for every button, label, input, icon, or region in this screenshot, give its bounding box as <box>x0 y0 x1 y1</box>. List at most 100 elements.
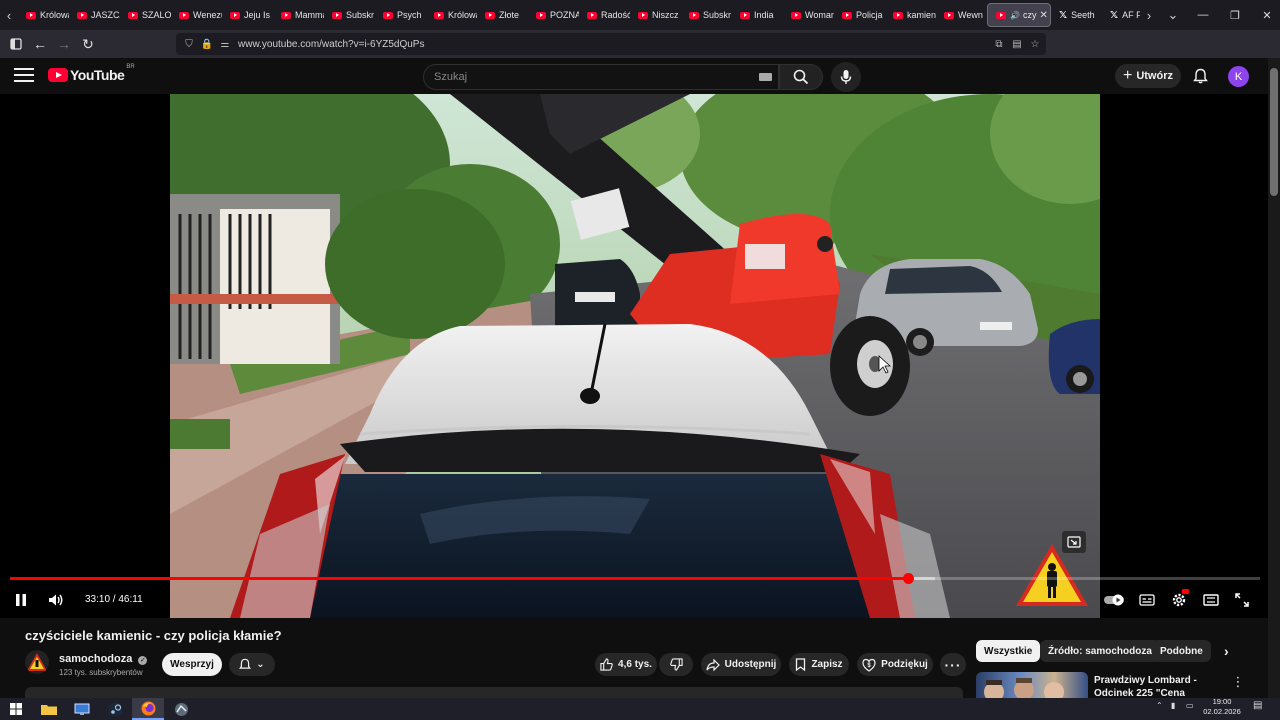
avatar[interactable]: K <box>1228 66 1249 87</box>
list-tabs-icon[interactable]: ⌄ <box>1158 0 1188 30</box>
channel-name-text[interactable]: samochodoza <box>59 653 132 665</box>
tab-item[interactable]: POZNAŃ <box>528 3 579 27</box>
tray-usb-icon[interactable]: ▮ <box>1171 701 1175 710</box>
picture-in-picture-icon[interactable]: ⧉ <box>990 39 1008 50</box>
firefox-icon[interactable] <box>132 698 164 720</box>
shield-icon[interactable]: ⛉ <box>180 39 198 50</box>
permissions-icon[interactable]: ⚌ <box>216 39 234 50</box>
tab-item[interactable]: Subskr <box>324 3 375 27</box>
tab-x-1[interactable]: 𝕏 Seeth <box>1051 3 1102 27</box>
recommendation-thumbnail[interactable] <box>976 672 1088 698</box>
back-icon[interactable]: ← <box>28 32 52 56</box>
autoplay-toggle-icon <box>1104 594 1124 606</box>
hamburger-menu-icon[interactable] <box>14 68 34 84</box>
minimize-icon[interactable]: — <box>1186 0 1220 30</box>
youtube-logo[interactable]: YouTube BR <box>48 64 135 83</box>
tab-item[interactable]: Jeju Is <box>222 3 273 27</box>
progress-bar[interactable] <box>10 573 1260 584</box>
chip-related[interactable]: Podobne <box>1152 640 1211 662</box>
clock-date: 02.02.2026 <box>1203 707 1241 716</box>
hd-badge-icon <box>1182 589 1189 594</box>
monitor-app-icon[interactable] <box>66 698 98 720</box>
tab-item[interactable]: India <box>732 3 783 27</box>
sidebar-toggle-icon[interactable] <box>4 32 28 56</box>
autoplay-toggle[interactable] <box>1102 588 1126 612</box>
tab-item[interactable]: Radość <box>579 3 630 27</box>
tab-item[interactable]: Wewn <box>936 3 987 27</box>
chips-next-icon[interactable]: › <box>1216 640 1237 662</box>
app-icon[interactable] <box>165 698 197 720</box>
forward-icon[interactable]: → <box>52 32 76 56</box>
more-vertical-icon[interactable]: ⋮ <box>1232 674 1245 690</box>
channel-name[interactable]: samochodoza ✓ <box>59 653 148 665</box>
url-text[interactable]: www.youtube.com/watch?v=i-6YZ5dQuPs <box>238 39 424 50</box>
page-scrollbar[interactable] <box>1268 58 1280 698</box>
dislike-button[interactable] <box>659 653 693 676</box>
voice-search-button[interactable] <box>831 62 861 92</box>
chip-all[interactable]: Wszystkie <box>976 640 1041 662</box>
youtube-icon <box>332 11 342 19</box>
tray-network-icon[interactable]: ▭ <box>1186 701 1194 710</box>
theater-mode-button[interactable] <box>1200 588 1222 612</box>
chip-source[interactable]: Źródło: samochodoza <box>1040 640 1160 662</box>
pause-button[interactable] <box>10 588 32 612</box>
lock-icon[interactable]: 🔒 <box>198 39 216 50</box>
tab-item[interactable]: Niszcz <box>630 3 681 27</box>
close-tab-icon[interactable]: ✕ <box>1039 10 1047 21</box>
subscribe-notifications-button[interactable]: ⌄ <box>229 653 275 676</box>
close-window-icon[interactable]: ✕ <box>1250 0 1280 30</box>
tray-chevron-icon[interactable]: ⌃ <box>1156 701 1163 710</box>
theater-mode-icon <box>1203 594 1219 606</box>
tab-item[interactable]: Wenezuela <box>171 3 222 27</box>
thanks-button[interactable]: $ Podziękuj <box>857 653 933 676</box>
channel-avatar[interactable] <box>25 650 49 674</box>
more-actions-button[interactable]: ··· <box>940 653 966 676</box>
tab-item[interactable]: Królowa <box>426 3 477 27</box>
tab-item[interactable]: Policja <box>834 3 885 27</box>
recommendation-title[interactable]: Prawdziwy Lombard - Odcinek 225 "Cena za… <box>1094 674 1230 698</box>
subtitles-button[interactable] <box>1136 588 1158 612</box>
search-button[interactable] <box>779 64 823 90</box>
speaker-icon[interactable]: 🔊 <box>1010 11 1020 20</box>
tab-item[interactable]: JASZCZ <box>69 3 120 27</box>
reload-icon[interactable]: ↻ <box>76 32 100 56</box>
save-button[interactable]: Zapisz <box>789 653 849 676</box>
tab-item[interactable]: Mamma <box>273 3 324 27</box>
tab-item[interactable]: Woman <box>783 3 834 27</box>
address-bar[interactable]: ⛉ 🔒 ⚌ www.youtube.com/watch?v=i-6YZ5dQuP… <box>176 33 1046 55</box>
tab-item[interactable]: SZALONY <box>120 3 171 27</box>
taskbar-clock[interactable]: 19:00 02.02.2026 <box>1200 697 1244 717</box>
bookmark-star-icon[interactable]: ☆ <box>1026 39 1044 50</box>
notifications-bell-icon[interactable] <box>1190 66 1210 86</box>
support-button[interactable]: Wesprzyj <box>162 653 222 676</box>
scrollbar-thumb[interactable] <box>1270 68 1278 196</box>
tab-active[interactable]: 🔊 czy ✕ <box>987 3 1051 27</box>
video-frame[interactable] <box>170 94 1100 618</box>
tab-item[interactable]: Królowa <box>18 3 69 27</box>
search-input[interactable]: Szukaj <box>423 64 779 90</box>
tab-item[interactable]: kamien <box>885 3 936 27</box>
create-button[interactable]: + Utwórz <box>1115 64 1181 88</box>
file-explorer-icon[interactable] <box>33 698 65 720</box>
subscriber-count: 123 tys. subskrybentów <box>59 668 143 677</box>
like-button[interactable]: 4,6 tys. <box>595 653 657 676</box>
keyboard-icon[interactable] <box>759 73 772 81</box>
tray-notifications-icon[interactable]: ▤ <box>1253 700 1262 711</box>
windows-start-icon[interactable] <box>0 698 32 720</box>
progress-scrubber[interactable] <box>902 573 914 584</box>
tab-item[interactable]: Psych <box>375 3 426 27</box>
tabs-scroll-left-icon[interactable]: ‹ <box>0 0 18 30</box>
description-box[interactable] <box>25 687 963 698</box>
fullscreen-button[interactable] <box>1231 588 1253 612</box>
share-button[interactable]: Udostępnij <box>701 653 781 676</box>
tabs-scroll-right-icon[interactable]: › <box>1140 0 1158 30</box>
volume-button[interactable] <box>44 588 68 612</box>
settings-button[interactable] <box>1168 588 1190 612</box>
tab-item[interactable]: Złote <box>477 3 528 27</box>
video-player[interactable]: 33:10 / 46:11 <box>0 94 1268 618</box>
restore-icon[interactable]: ❐ <box>1218 0 1252 30</box>
tab-x-2[interactable]: 𝕏 AF F <box>1102 3 1140 27</box>
tab-item[interactable]: Subskr <box>681 3 732 27</box>
reader-view-icon[interactable]: ▤ <box>1008 39 1026 50</box>
steam-icon[interactable] <box>99 698 131 720</box>
